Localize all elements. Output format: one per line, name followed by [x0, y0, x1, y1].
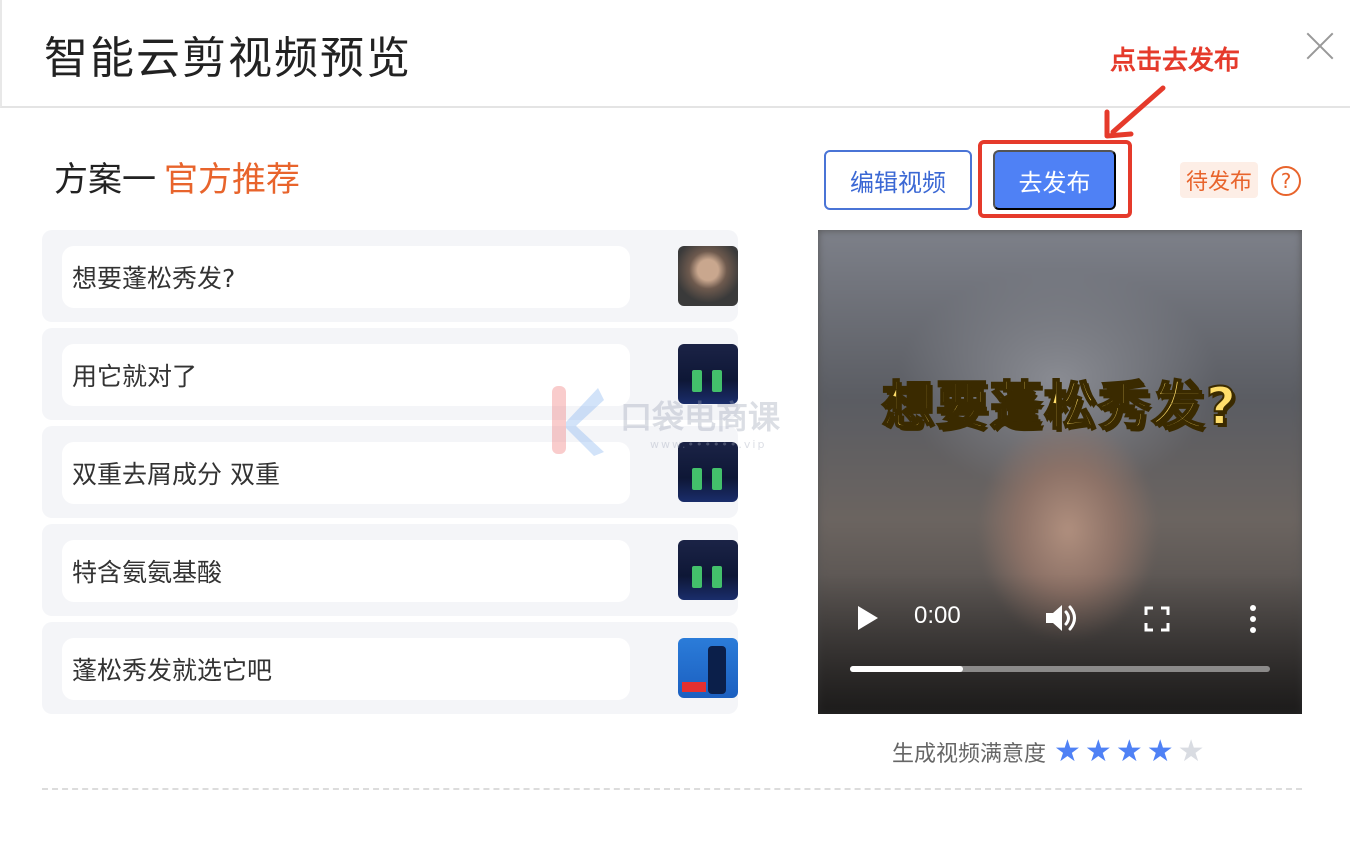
star-icon[interactable]: ★	[1178, 737, 1205, 767]
annotation-label: 点击去发布	[1110, 46, 1241, 76]
edit-video-button[interactable]: 编辑视频	[824, 150, 972, 210]
divider	[42, 788, 1302, 790]
list-item[interactable]: 双重去屑成分 双重	[42, 426, 738, 518]
list-item[interactable]: 蓬松秀发就选它吧	[42, 622, 738, 714]
script-text[interactable]: 蓬松秀发就选它吧	[62, 638, 630, 700]
video-caption: 想要蓬松秀发?	[881, 376, 1239, 438]
annotation-highlight-box	[978, 140, 1132, 218]
script-list: 想要蓬松秀发? 用它就对了 双重去屑成分 双重 特含氨氨基酸 蓬松秀发就选它吧	[42, 230, 738, 720]
list-item[interactable]: 用它就对了	[42, 328, 738, 420]
script-thumbnail[interactable]	[678, 246, 738, 306]
script-thumbnail[interactable]	[678, 638, 738, 698]
video-controls-shade	[818, 574, 1302, 714]
modal-title: 智能云剪视频预览	[44, 33, 412, 84]
list-item[interactable]: 特含氨氨基酸	[42, 524, 738, 616]
script-thumbnail[interactable]	[678, 344, 738, 404]
play-icon[interactable]	[858, 606, 878, 630]
rating-label: 生成视频满意度	[892, 742, 1047, 767]
more-icon[interactable]	[1244, 604, 1262, 634]
volume-icon[interactable]	[1044, 602, 1080, 634]
annotation-arrow-icon	[1104, 85, 1166, 139]
script-text[interactable]: 双重去屑成分 双重	[62, 442, 630, 504]
video-progress-bar[interactable]	[850, 666, 1270, 672]
script-text[interactable]: 用它就对了	[62, 344, 630, 406]
status-badge: 待发布	[1180, 162, 1259, 198]
star-icon[interactable]: ★	[1085, 737, 1112, 767]
script-thumbnail[interactable]	[678, 442, 738, 502]
help-icon[interactable]: ?	[1271, 166, 1301, 196]
plan-label: 方案一	[54, 160, 156, 200]
plan-tag: 官方推荐	[164, 160, 300, 200]
script-text[interactable]: 特含氨氨基酸	[62, 540, 630, 602]
script-thumbnail[interactable]	[678, 540, 738, 600]
fullscreen-icon[interactable]	[1144, 606, 1170, 632]
plan-heading: 方案一 官方推荐	[54, 152, 300, 201]
star-icon[interactable]: ★	[1116, 737, 1143, 767]
video-time: 0:00	[914, 602, 961, 629]
video-player[interactable]: 想要蓬松秀发? 0:00	[818, 230, 1302, 714]
video-progress-fill	[850, 666, 964, 672]
star-icon[interactable]: ★	[1054, 737, 1081, 767]
star-icon[interactable]: ★	[1147, 737, 1174, 767]
satisfaction-rating: 生成视频满意度 ★ ★ ★ ★ ★	[892, 734, 1209, 770]
list-item[interactable]: 想要蓬松秀发?	[42, 230, 738, 322]
close-icon[interactable]	[1304, 30, 1336, 62]
script-text[interactable]: 想要蓬松秀发?	[62, 246, 630, 308]
